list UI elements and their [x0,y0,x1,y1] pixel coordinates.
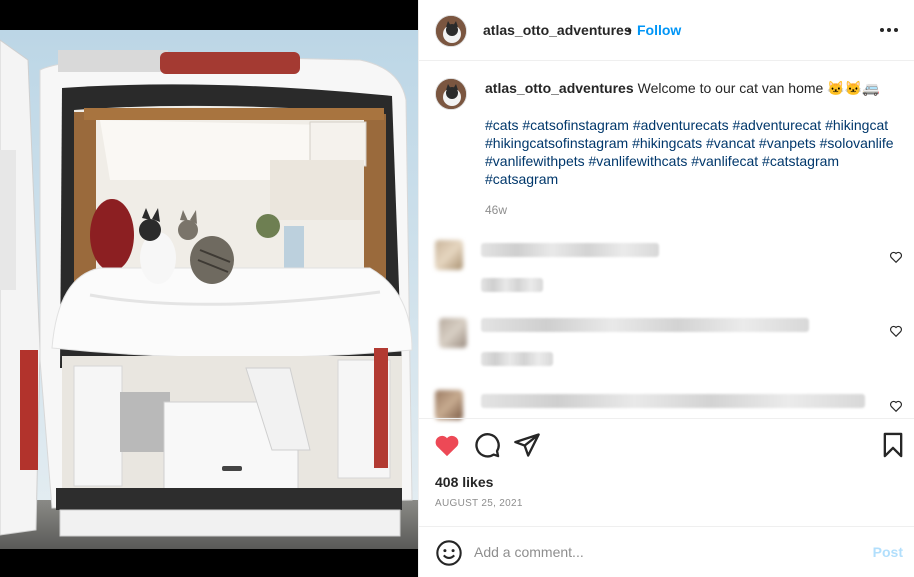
comment-row-blurred [481,243,659,257]
post-actions [419,418,914,528]
comment-meta-blurred [481,352,553,366]
caption-text: Welcome to our cat van home 🐱🐱🚐 [637,80,880,96]
comment-input[interactable]: Add a comment... [474,544,584,560]
bookmark-icon[interactable] [879,431,907,459]
comment-like-heart-icon[interactable] [889,250,903,264]
caption: atlas_otto_adventures Welcome to our cat … [485,79,895,97]
caption-username[interactable]: atlas_otto_adventures [485,80,634,96]
comment-composer: Add a comment... Post [419,526,914,577]
more-dots-icon[interactable] [877,20,901,40]
comment-avatar [435,240,463,270]
caption-age: 46w [485,203,508,217]
header-separator: • [627,22,632,38]
post-photo[interactable] [0,30,418,549]
caption-avatar[interactable] [435,78,467,110]
avatar[interactable] [435,15,467,47]
caption-hashtags[interactable]: #cats #catsofinstagram #adventurecats #a… [485,116,895,188]
post-comment-button[interactable]: Post [873,544,903,560]
instagram-post-view: atlas_otto_adventures • Follow atlas_ott… [0,0,914,577]
photo-letterbox-bottom [0,549,418,577]
photo-letterbox-top [0,0,418,30]
likes-count[interactable]: 408 likes [435,474,493,490]
comment-like-heart-icon[interactable] [889,399,903,413]
paper-plane-icon[interactable] [513,431,541,459]
heart-filled-icon[interactable] [433,431,461,459]
emoji-smile-icon[interactable] [435,539,463,567]
comment-bubble-icon[interactable] [473,431,501,459]
avatar-cat-icon [436,16,466,46]
post-date: AUGUST 25, 2021 [435,498,523,509]
comment-like-heart-icon[interactable] [889,324,903,338]
comment-row-blurred [481,318,809,332]
header-username[interactable]: atlas_otto_adventures [483,22,632,38]
avatar-cat-icon [436,79,466,109]
van-cat-photo [0,30,418,549]
comment-avatar [439,318,467,348]
post-header: atlas_otto_adventures • Follow [419,0,914,61]
comment-meta-blurred [481,278,543,292]
comment-avatar [435,390,463,420]
post-details-panel: atlas_otto_adventures • Follow atlas_ott… [418,0,914,577]
comment-row-blurred [481,394,865,408]
follow-button[interactable]: Follow [637,22,681,38]
